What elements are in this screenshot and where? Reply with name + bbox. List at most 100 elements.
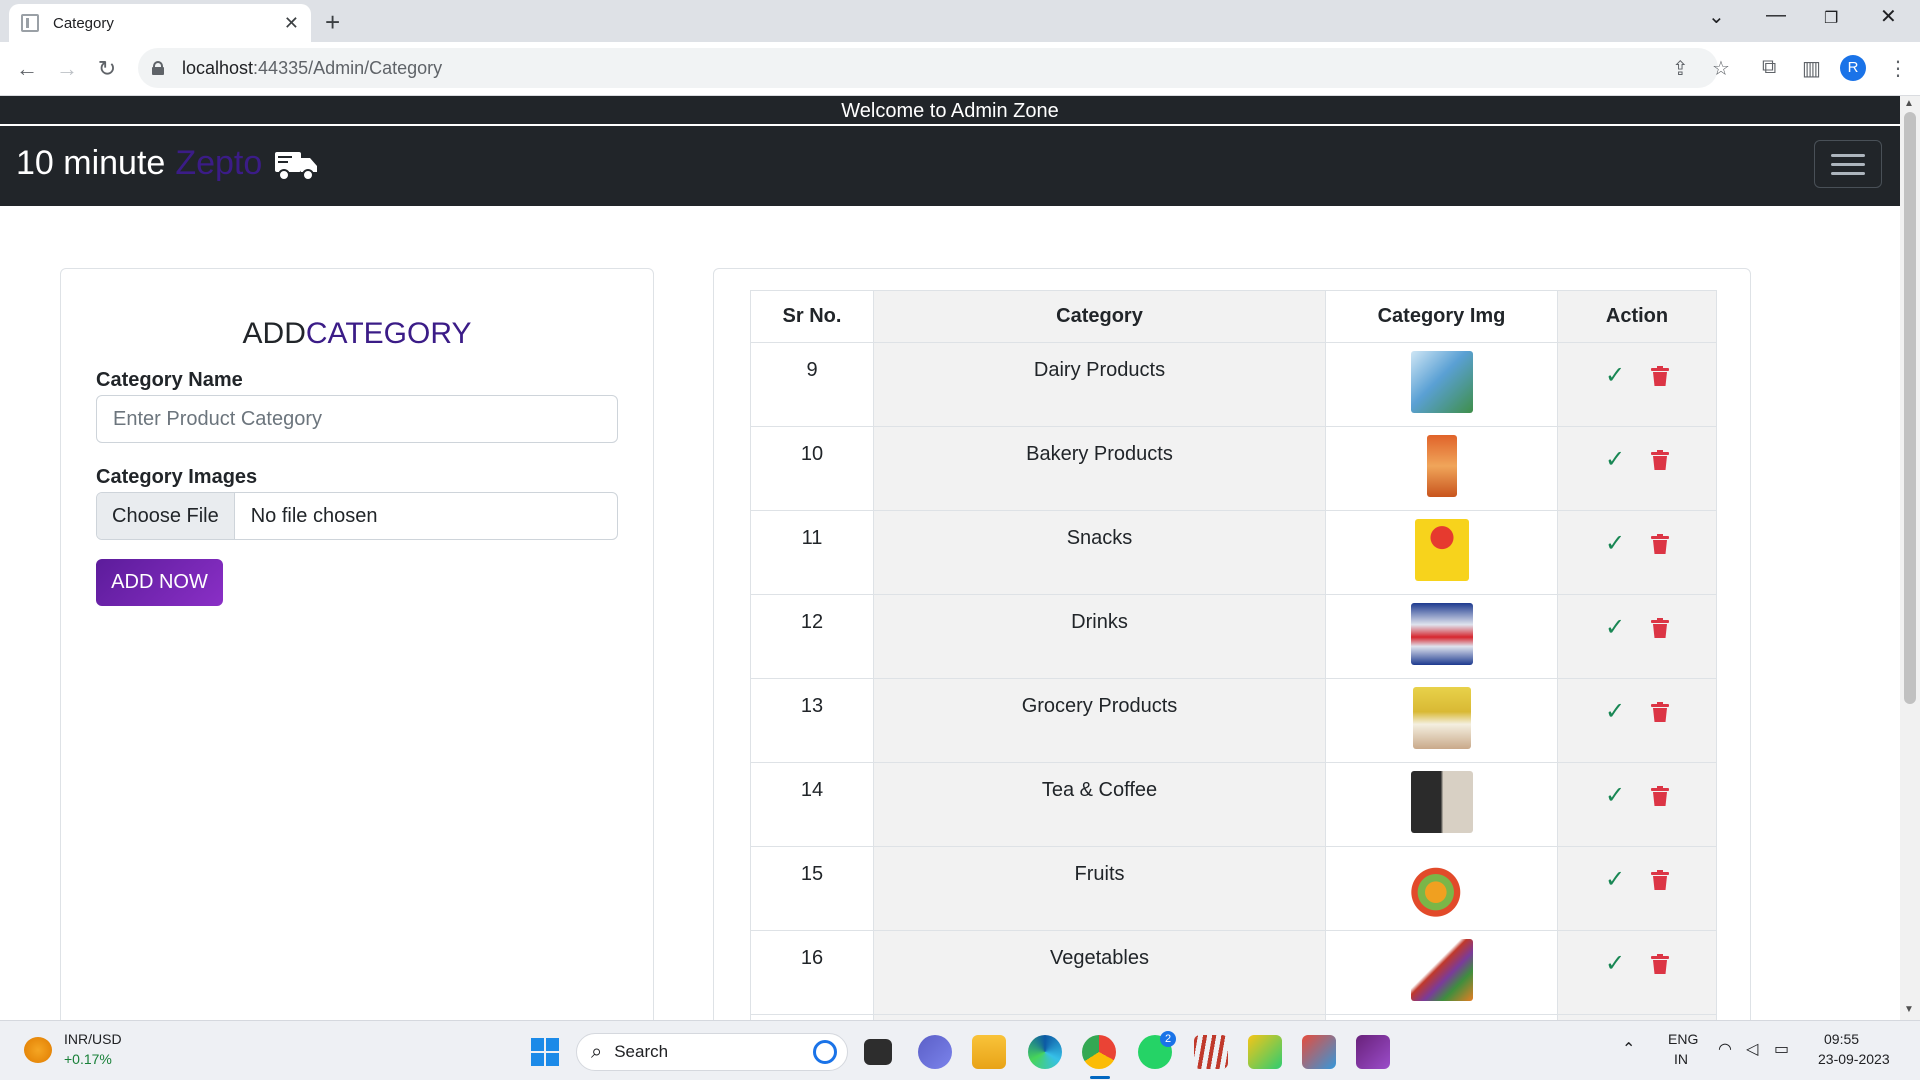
taskbar: INR/USD +0.17% ⌕ Search 2 ⌃ ENG IN ◠ ◁ ▭… <box>0 1020 1920 1080</box>
teams-chat-icon[interactable] <box>918 1035 952 1069</box>
forward-icon[interactable]: → <box>50 52 84 86</box>
hamburger-line <box>1831 163 1865 166</box>
scroll-up-icon[interactable]: ▲ <box>1904 98 1914 109</box>
scroll-down-icon[interactable]: ▼ <box>1904 1004 1914 1015</box>
trash-icon[interactable] <box>1651 869 1670 890</box>
check-icon[interactable]: ✓ <box>1605 697 1625 726</box>
file-explorer-icon[interactable] <box>972 1035 1006 1069</box>
add-now-button[interactable]: ADD NOW <box>96 559 223 606</box>
chevron-up-icon[interactable]: ⌃ <box>1622 1041 1635 1058</box>
windows-start-icon[interactable] <box>528 1035 562 1069</box>
chrome-icon[interactable] <box>1082 1035 1116 1069</box>
action-cell: ✓ <box>1557 762 1717 847</box>
category-cell: Fruits <box>873 846 1326 931</box>
category-cell: Snacks <box>873 510 1326 595</box>
trash-icon[interactable] <box>1651 533 1670 554</box>
navbar-toggle-button[interactable] <box>1814 140 1882 188</box>
scrollbar-thumb[interactable] <box>1904 112 1916 704</box>
new-tab-icon[interactable]: + <box>325 7 340 38</box>
currency-widget-icon[interactable] <box>24 1037 52 1063</box>
action-cell: ✓ <box>1557 846 1717 931</box>
trash-icon[interactable] <box>1651 617 1670 638</box>
category-cell: Grocery Products <box>873 678 1326 763</box>
bing-icon[interactable] <box>813 1040 837 1064</box>
sr-cell: 12 <box>750 594 874 679</box>
sr-cell: 9 <box>750 342 874 427</box>
table-row: 10 Bakery Products ✓ <box>750 426 1717 511</box>
check-icon[interactable]: ✓ <box>1605 529 1625 558</box>
check-icon[interactable]: ✓ <box>1605 949 1625 978</box>
category-img-cell <box>1325 762 1558 847</box>
browser-tabstrip: Category ✕ + ⌄ — ❐ ✕ <box>0 0 1920 42</box>
category-cell: Vegetables <box>873 930 1326 1015</box>
minimize-icon[interactable]: — <box>1766 4 1786 27</box>
table-row: 16 Vegetables ✓ <box>750 930 1717 1015</box>
address-bar[interactable]: localhost:44335/Admin/Category <box>138 48 1718 88</box>
trash-icon[interactable] <box>1651 701 1670 722</box>
file-status: No file chosen <box>250 505 378 527</box>
sr-cell: 16 <box>750 930 874 1015</box>
trash-icon[interactable] <box>1651 365 1670 386</box>
language-top[interactable]: ENG <box>1668 1031 1698 1048</box>
tea-coffee-image <box>1410 771 1473 833</box>
check-icon[interactable]: ✓ <box>1605 361 1625 390</box>
reload-icon[interactable]: ↻ <box>90 52 124 86</box>
volume-icon[interactable]: ◁ <box>1746 1041 1758 1058</box>
welcome-banner: Welcome to Admin Zone <box>0 96 1900 126</box>
check-icon[interactable]: ✓ <box>1605 445 1625 474</box>
clock-time[interactable]: 09:55 <box>1824 1031 1859 1048</box>
window-close-icon[interactable]: ✕ <box>1880 4 1897 29</box>
trash-icon[interactable] <box>1651 953 1670 974</box>
browser-tab[interactable]: Category ✕ <box>9 4 311 42</box>
visual-studio-icon[interactable] <box>1356 1035 1390 1069</box>
menu-icon[interactable]: ⋮ <box>1888 56 1908 81</box>
choose-file-button[interactable]: Choose File <box>97 493 235 539</box>
vegetables-image <box>1410 939 1473 1001</box>
brand-main: 10 minute <box>16 144 166 182</box>
extensions-icon[interactable]: ⧉ <box>1762 56 1776 79</box>
taskbar-search[interactable]: ⌕ Search <box>576 1033 848 1071</box>
navbar: 10 minute Zepto <box>0 126 1900 206</box>
wifi-icon[interactable]: ◠ <box>1718 1041 1732 1058</box>
table-row: 15 Fruits ✓ <box>750 846 1717 931</box>
table-row: 12 Drinks ✓ <box>750 594 1717 679</box>
hamburger-line <box>1831 154 1865 157</box>
tab-title: Category <box>53 14 114 32</box>
snipping-tool-icon[interactable] <box>1302 1035 1336 1069</box>
bookmark-star-icon[interactable]: ☆ <box>1712 56 1730 81</box>
category-table-card: Sr No. Category Category Img Action 9 Da… <box>713 268 1751 1020</box>
winrar-icon[interactable] <box>1194 1035 1228 1069</box>
brand[interactable]: 10 minute Zepto <box>16 144 318 183</box>
tab-search-icon[interactable]: ⌄ <box>1708 4 1725 29</box>
check-icon[interactable]: ✓ <box>1605 781 1625 810</box>
language-bottom[interactable]: IN <box>1674 1051 1688 1068</box>
check-icon[interactable]: ✓ <box>1605 865 1625 894</box>
check-icon[interactable]: ✓ <box>1605 613 1625 642</box>
side-panel-icon[interactable]: ▥ <box>1802 56 1821 81</box>
profile-avatar[interactable]: R <box>1840 55 1866 81</box>
browser-toolbar: ← → ↻ localhost:44335/Admin/Category ⇪ ☆… <box>0 42 1920 96</box>
lock-icon <box>152 61 164 75</box>
form-title: ADDCATEGORY <box>242 317 472 350</box>
category-img-cell <box>1325 426 1558 511</box>
restore-icon[interactable]: ❐ <box>1824 8 1838 28</box>
trash-icon[interactable] <box>1651 785 1670 806</box>
column-header: Sr No. <box>750 290 874 343</box>
category-cell: Drinks <box>873 594 1326 679</box>
category-name-input[interactable]: Enter Product Category <box>96 395 618 443</box>
category-img-cell <box>1325 342 1558 427</box>
app-tool-icon[interactable] <box>1248 1035 1282 1069</box>
back-icon[interactable]: ← <box>10 52 44 86</box>
close-icon[interactable]: ✕ <box>284 13 299 34</box>
page-scrollbar[interactable]: ▲ ▼ <box>1900 96 1920 1020</box>
clock-date[interactable]: 23-09-2023 <box>1818 1051 1890 1068</box>
category-image-file-input[interactable]: Choose File No file chosen <box>96 492 618 540</box>
task-view-icon[interactable] <box>864 1039 892 1065</box>
battery-icon[interactable]: ▭ <box>1774 1041 1789 1058</box>
edge-icon[interactable] <box>1028 1035 1062 1069</box>
trash-icon[interactable] <box>1651 449 1670 470</box>
category-img-cell <box>1325 510 1558 595</box>
action-cell: ✓ <box>1557 930 1717 1015</box>
dairy-product-image <box>1410 351 1473 413</box>
share-icon[interactable]: ⇪ <box>1672 56 1689 81</box>
